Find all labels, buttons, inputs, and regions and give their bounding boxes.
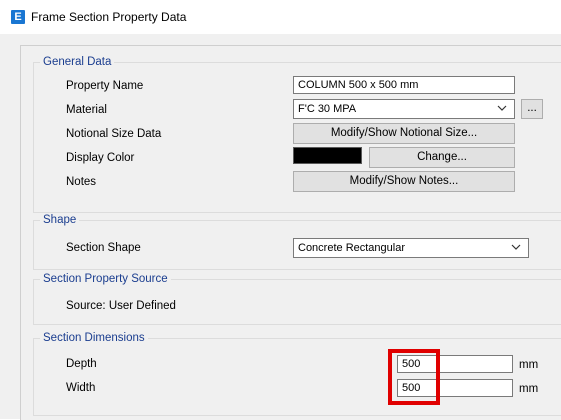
- modify-notional-size-button[interactable]: Modify/Show Notional Size...: [293, 123, 515, 144]
- chevron-down-icon: [511, 244, 521, 250]
- dialog-client-area: General Data Property Name COLUMN 500 x …: [0, 34, 561, 420]
- material-label: Material: [66, 104, 107, 116]
- section-shape-value: Concrete Rectangular: [298, 242, 406, 254]
- width-label: Width: [66, 382, 96, 394]
- depth-label: Depth: [66, 358, 97, 370]
- property-name-label: Property Name: [66, 80, 144, 92]
- general-data-group: General Data Property Name COLUMN 500 x …: [33, 55, 561, 213]
- property-name-input[interactable]: COLUMN 500 x 500 mm: [293, 76, 515, 94]
- notional-size-label: Notional Size Data: [66, 128, 162, 140]
- general-data-title: General Data: [40, 55, 115, 69]
- notes-label: Notes: [66, 176, 97, 188]
- shape-group: Shape Section Shape Concrete Rectangular: [33, 213, 561, 270]
- section-shape-label: Section Shape: [66, 242, 141, 254]
- modify-notional-size-label: Modify/Show Notional Size...: [330, 127, 478, 139]
- window-title: Frame Section Property Data: [31, 10, 187, 24]
- change-color-button[interactable]: Change...: [369, 147, 515, 168]
- section-shape-select[interactable]: Concrete Rectangular: [293, 238, 529, 258]
- dialog-panel: General Data Property Name COLUMN 500 x …: [20, 45, 561, 420]
- app-icon: E: [11, 10, 25, 24]
- change-color-label: Change...: [417, 151, 467, 163]
- display-color-swatch: [293, 147, 362, 164]
- material-select-value: F'C 30 MPA: [298, 103, 357, 115]
- material-select[interactable]: F'C 30 MPA: [293, 99, 515, 119]
- section-property-source-title: Section Property Source: [40, 272, 171, 286]
- material-more-label: ...: [527, 102, 537, 114]
- display-color-label: Display Color: [66, 152, 135, 164]
- modify-notes-button[interactable]: Modify/Show Notes...: [293, 171, 515, 192]
- width-unit: mm: [519, 383, 539, 395]
- modify-notes-label: Modify/Show Notes...: [349, 175, 459, 187]
- section-dimensions-group: Section Dimensions Depth 500 mm Width 50…: [33, 331, 561, 416]
- title-bar: E Frame Section Property Data: [0, 0, 561, 34]
- depth-unit: mm: [519, 359, 539, 371]
- dimension-highlight-box: [388, 349, 440, 405]
- section-dimensions-title: Section Dimensions: [40, 331, 148, 345]
- section-property-source-group: Section Property Source Source: User Def…: [33, 272, 561, 325]
- source-text: Source: User Defined: [66, 300, 176, 312]
- material-more-button[interactable]: ...: [521, 99, 543, 119]
- shape-title: Shape: [40, 213, 80, 227]
- chevron-down-icon: [497, 105, 507, 111]
